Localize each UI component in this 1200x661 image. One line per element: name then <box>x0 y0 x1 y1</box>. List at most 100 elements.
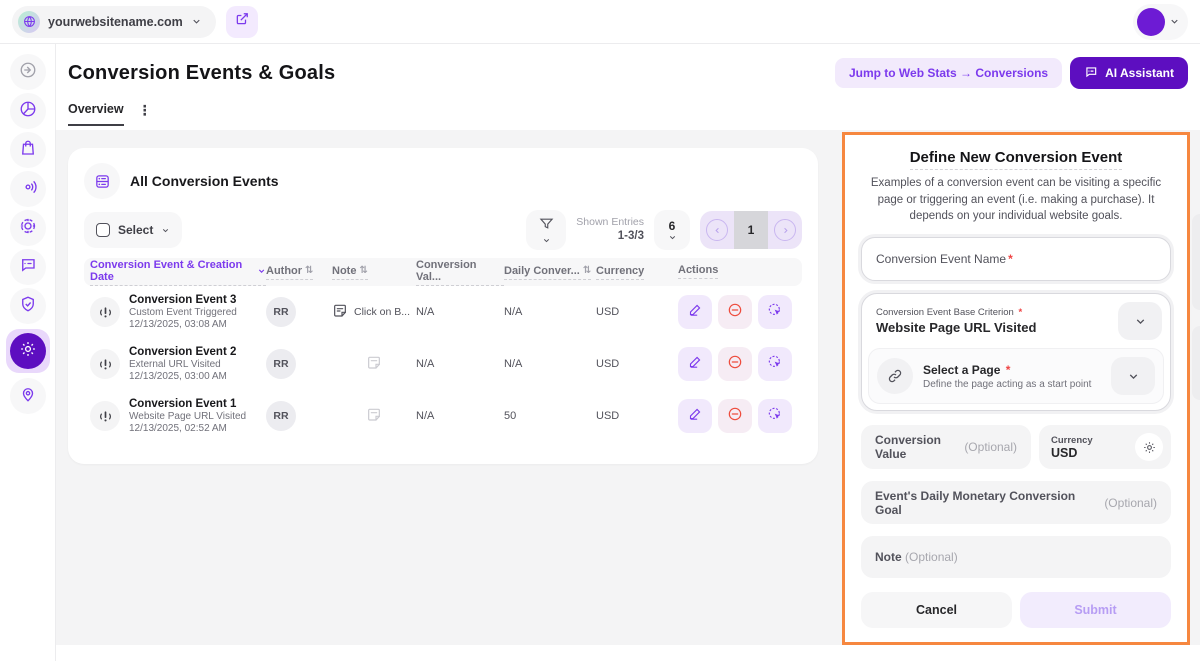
top-bar: yourwebsitename.com <box>0 0 1200 44</box>
required-asterisk: * <box>1008 252 1013 266</box>
chevron-down-icon[interactable] <box>1111 357 1155 395</box>
note-cell[interactable]: Click on B... <box>332 303 416 322</box>
column-event-date[interactable]: Conversion Event & Creation Date <box>90 259 266 286</box>
app-window: yourwebsitename.com <box>0 0 1200 661</box>
track-click-button[interactable] <box>758 295 792 329</box>
currency-selector[interactable]: Currency USD <box>1039 425 1171 469</box>
criterion-group: Conversion Event Base Criterion * Websit… <box>861 293 1171 411</box>
funnel-icon <box>539 216 554 236</box>
sidebar-item-sessions[interactable] <box>10 171 46 207</box>
table-row[interactable]: Conversion Event 3 Custom Event Triggere… <box>84 286 802 338</box>
site-name: yourwebsitename.com <box>48 15 183 29</box>
required-asterisk: * <box>1006 363 1011 377</box>
note-icon <box>366 355 382 374</box>
ai-assistant-button[interactable]: AI Assistant <box>1070 57 1188 89</box>
cancel-button[interactable]: Cancel <box>861 592 1012 628</box>
column-conversion-value[interactable]: Conversion Val... <box>416 259 504 286</box>
site-selector[interactable]: yourwebsitename.com <box>12 6 216 38</box>
collapse-icon <box>19 61 37 84</box>
right-edge-panel-sliver <box>1192 326 1200 400</box>
jump-to-webstats-button[interactable]: Jump to Web Stats → Conversions <box>835 58 1062 88</box>
author-avatar: RR <box>266 297 296 327</box>
sidebar-item-collapse[interactable] <box>10 54 46 90</box>
daily-goal-input[interactable]: Event's Daily Monetary Conversion Goal (… <box>861 481 1171 523</box>
card-title: All Conversion Events <box>130 173 279 189</box>
radar-icon <box>19 178 37 201</box>
column-daily-conversion[interactable]: Daily Conver...⇅ <box>504 265 596 280</box>
gear-icon[interactable] <box>1135 433 1163 461</box>
open-site-button[interactable] <box>226 6 258 38</box>
currency-cell: USD <box>596 358 668 370</box>
note-cell[interactable] <box>332 355 416 374</box>
link-icon <box>877 358 913 394</box>
table-row[interactable]: Conversion Event 2 External URL Visited … <box>84 338 802 390</box>
base-criterion-value: Website Page URL Visited <box>876 320 1036 335</box>
table-toolbar: Select Shown Entries 1-3/3 <box>84 210 802 250</box>
sidebar-item-ecommerce[interactable] <box>10 132 46 168</box>
note-cell[interactable] <box>332 407 416 426</box>
track-click-button[interactable] <box>758 399 792 433</box>
select-label: Select <box>118 223 153 237</box>
sidebar-item-goals[interactable] <box>10 210 46 246</box>
filter-button[interactable] <box>526 210 566 250</box>
event-date: 12/13/2025, 02:52 AM <box>129 423 246 434</box>
edit-button[interactable] <box>678 347 712 381</box>
current-page[interactable]: 1 <box>734 211 768 249</box>
select-page-dropdown[interactable]: Select a Page * Define the page acting a… <box>868 348 1164 404</box>
select-page-hint: Define the page acting as a start point … <box>923 379 1093 390</box>
note-icon <box>332 303 348 322</box>
event-date: 12/13/2025, 03:00 AM <box>129 371 236 382</box>
conversion-value-input[interactable]: Conversion Value (Optional) <box>861 425 1031 469</box>
edit-button[interactable] <box>678 295 712 329</box>
edit-button[interactable] <box>678 399 712 433</box>
tab-overview[interactable]: Overview <box>68 102 124 126</box>
chevron-down-icon <box>161 226 170 235</box>
required-asterisk: * <box>1018 307 1022 318</box>
delete-button[interactable] <box>718 399 752 433</box>
next-page-button[interactable] <box>768 211 802 249</box>
location-pin-icon <box>19 385 37 408</box>
select-dropdown[interactable]: Select <box>84 212 182 248</box>
arrow-right-icon <box>774 219 796 241</box>
delete-button[interactable] <box>718 295 752 329</box>
page-header: Conversion Events & Goals Jump to Web St… <box>56 44 1200 102</box>
note-icon <box>366 407 382 426</box>
cursor-click-icon <box>767 406 783 427</box>
note-input[interactable]: Note (Optional) <box>861 536 1171 578</box>
conversion-value-cell: N/A <box>416 410 504 422</box>
base-criterion-select[interactable]: Conversion Event Base Criterion * Websit… <box>862 294 1170 348</box>
pencil-icon <box>688 354 703 374</box>
chevron-down-icon <box>1169 16 1180 27</box>
user-menu[interactable] <box>1133 4 1188 40</box>
right-edge-panel-sliver <box>1192 214 1200 310</box>
shown-entries: Shown Entries 1-3/3 <box>576 216 644 244</box>
minus-circle-icon <box>727 406 743 427</box>
kebab-menu-icon[interactable]: ⋮ <box>138 102 152 119</box>
track-click-button[interactable] <box>758 347 792 381</box>
column-currency[interactable]: Currency <box>596 265 668 280</box>
pencil-icon <box>688 406 703 426</box>
shield-check-icon <box>19 295 37 318</box>
conversion-event-name-input[interactable]: Conversion Event Name* <box>861 237 1171 281</box>
prev-page-button[interactable] <box>700 211 734 249</box>
table-row[interactable]: Conversion Event 1 Website Page URL Visi… <box>84 390 802 442</box>
column-note[interactable]: Note⇅ <box>332 265 416 280</box>
select-all-checkbox[interactable] <box>96 223 110 237</box>
daily-goal-label: Event's Daily Monetary Conversion Goal <box>875 489 1101 517</box>
cursor-click-icon <box>767 302 783 323</box>
delete-button[interactable] <box>718 347 752 381</box>
sidebar-item-security[interactable] <box>10 288 46 324</box>
sidebar-item-settings[interactable] <box>6 329 50 373</box>
daily-conversion-cell: 50 <box>504 410 596 422</box>
note-text: Click on B... <box>354 306 410 318</box>
sidebar-item-feedback[interactable] <box>10 249 46 285</box>
column-author[interactable]: Author⇅ <box>266 265 332 280</box>
chevron-down-icon[interactable] <box>1118 302 1162 340</box>
sidebar-item-locations[interactable] <box>10 378 46 414</box>
currency-cell: USD <box>596 306 668 318</box>
event-date: 12/13/2025, 03:08 AM <box>129 319 237 330</box>
event-type: Custom Event Triggered <box>129 307 237 318</box>
submit-button[interactable]: Submit <box>1020 592 1171 628</box>
sidebar-item-analytics[interactable] <box>10 93 46 129</box>
page-size-selector[interactable]: 6 <box>654 210 690 250</box>
